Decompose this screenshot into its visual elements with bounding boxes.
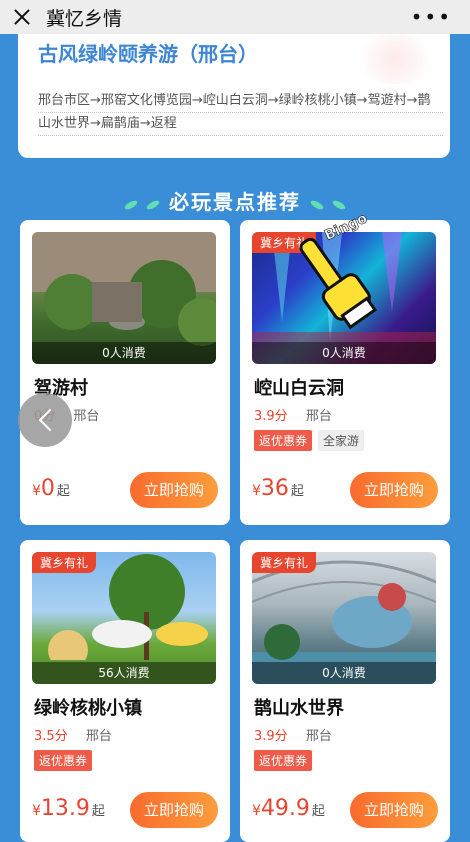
- attraction-card[interactable]: 冀乡有礼 0人消费 鹊山水世界 3.9分 邢台 返优惠券 ¥49.9 起 立即抢购: [240, 540, 450, 842]
- consumption-count: 56人消费: [32, 662, 216, 684]
- price-suffix: 起: [91, 804, 105, 819]
- price-suffix: 起: [311, 804, 325, 819]
- route-path: 邢台市区→邢窑文化博览园→崆山白云洞→绿岭核桃小镇→驾遊村→鹊 山水世界→扁鹊庙…: [38, 90, 443, 136]
- attraction-name: 崆山白云洞: [254, 378, 344, 399]
- route-card: 古风绿岭颐养游（邢台） 邢台市区→邢窑文化博览园→崆山白云洞→绿岭核桃小镇→驾遊…: [18, 30, 450, 158]
- buy-now-button[interactable]: 立即抢购: [350, 792, 438, 828]
- price: ¥36 起: [252, 476, 304, 501]
- city-label: 邢台: [85, 729, 112, 744]
- family-tag: 全家游: [318, 430, 365, 451]
- buy-now-button[interactable]: 立即抢购: [130, 792, 218, 828]
- promo-badge: 冀乡有礼: [252, 552, 317, 573]
- buy-now-button[interactable]: 立即抢购: [130, 472, 218, 508]
- attraction-card[interactable]: 0人消费 驾游村 0分 邢台 ¥0起 立即抢购: [20, 220, 230, 525]
- leaf-icon: [309, 198, 325, 211]
- close-icon[interactable]: [10, 5, 34, 29]
- city-label: 邢台: [73, 409, 100, 424]
- rating-score: 3.9分: [254, 409, 288, 424]
- attraction-name: 鹊山水世界: [254, 698, 344, 719]
- price: ¥13.9 起: [32, 796, 105, 821]
- attraction-photo[interactable]: 冀乡有礼 0人消费: [252, 552, 436, 684]
- price-value: 49.9: [260, 796, 310, 821]
- price-value: 13.9: [40, 796, 90, 821]
- attraction-photo[interactable]: 0人消费: [32, 232, 216, 364]
- leaf-icon: [145, 198, 161, 211]
- section-title: 必玩景点推荐: [169, 190, 301, 214]
- city-label: 邢台: [305, 409, 332, 424]
- rating-score: 3.5分: [34, 729, 68, 744]
- tag-list: 返优惠券: [254, 750, 313, 771]
- attraction-name: 绿岭核桃小镇: [34, 698, 142, 719]
- decorative-flower: [350, 34, 440, 84]
- price: ¥49.9 起: [252, 796, 325, 821]
- section-heading: 必玩景点推荐: [0, 186, 470, 215]
- rating-score: 3.9分: [254, 729, 288, 744]
- route-title: 古风绿岭颐养游（邢台）: [38, 42, 258, 66]
- coupon-tag: 返优惠券: [34, 750, 93, 771]
- price: ¥0 起: [32, 476, 70, 501]
- price-suffix: 起: [56, 484, 70, 499]
- score-row: 3.9分 邢台: [254, 725, 332, 744]
- more-options-icon[interactable]: •••: [411, 7, 452, 27]
- bingo-hand-sticker: Bingo: [299, 212, 378, 330]
- price-suffix: 起: [290, 484, 304, 499]
- score-row: 3.9分 邢台: [254, 405, 332, 424]
- consumption-count: 0人消费: [252, 662, 436, 684]
- city-label: 邢台: [305, 729, 332, 744]
- consumption-count: 0人消费: [252, 342, 436, 364]
- back-button[interactable]: [18, 393, 72, 447]
- bingo-text: Bingo: [322, 212, 370, 244]
- page-title: 冀忆乡情: [46, 8, 123, 30]
- score-row: 3.5分 邢台: [34, 725, 112, 744]
- currency-symbol: ¥: [32, 803, 41, 819]
- tag-list: 返优惠券: [34, 750, 93, 771]
- buy-now-button[interactable]: 立即抢购: [350, 472, 438, 508]
- price-value: 36: [260, 476, 289, 501]
- currency-symbol: ¥: [32, 483, 41, 499]
- promo-badge: 冀乡有礼: [32, 552, 97, 573]
- consumption-count: 0人消费: [32, 342, 216, 364]
- top-bar: 冀忆乡情 •••: [0, 0, 470, 34]
- leaf-icon: [123, 198, 139, 211]
- coupon-tag: 返优惠券: [254, 430, 313, 451]
- route-path-line: 山水世界→扁鹊庙→返程: [38, 113, 443, 136]
- route-path-line: 邢台市区→邢窑文化博览园→崆山白云洞→绿岭核桃小镇→驾遊村→鹊: [38, 90, 443, 113]
- attraction-card[interactable]: 冀乡有礼 56人消费 绿岭核桃小镇 3.5分 邢台 返优惠券 ¥13.9 起 立即…: [20, 540, 230, 842]
- currency-symbol: ¥: [252, 803, 261, 819]
- price-value: 0: [40, 476, 55, 501]
- attraction-photo[interactable]: 冀乡有礼 56人消费: [32, 552, 216, 684]
- leaf-icon: [331, 198, 347, 211]
- currency-symbol: ¥: [252, 483, 261, 499]
- coupon-tag: 返优惠券: [254, 750, 313, 771]
- tag-list: 返优惠券 全家游: [254, 430, 365, 451]
